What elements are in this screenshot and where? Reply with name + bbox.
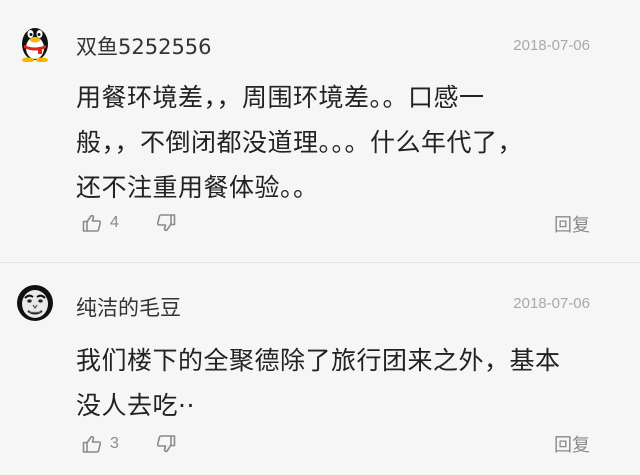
thumbs-up-icon[interactable] <box>82 213 102 233</box>
comment-text-line: 般，，不倒闭都没道理。。。什么年代了， <box>76 128 524 157</box>
comment-item: 双鱼5252556 2018-07-06 用餐环境差，，周围环境差。。口感一 般… <box>0 0 640 262</box>
comment-username[interactable]: 纯洁的毛豆 <box>76 292 181 322</box>
meme-face-avatar-icon[interactable] <box>14 281 56 323</box>
comment-text-line: 没人去吃·· <box>76 391 195 420</box>
comment-text: 用餐环境差，，周围环境差。。口感一 般，，不倒闭都没道理。。。什么年代了， 还不… <box>76 75 586 210</box>
reply-button[interactable]: 回复 <box>554 211 590 237</box>
thumbs-down-icon[interactable] <box>156 434 176 454</box>
like-count: 3 <box>110 435 119 452</box>
like-count: 4 <box>110 214 119 231</box>
comment-text-line: 我们楼下的全聚德除了旅行团来之外，基本 <box>76 346 561 375</box>
thumbs-up-icon[interactable] <box>82 434 102 454</box>
comment-actions: 4 <box>82 212 176 234</box>
comment-date: 2018-07-06 <box>513 295 590 312</box>
comment-text: 我们楼下的全聚德除了旅行团来之外，基本 没人去吃·· <box>76 338 586 428</box>
thumbs-down-icon[interactable] <box>156 213 176 233</box>
comment-username[interactable]: 双鱼5252556 <box>76 31 212 61</box>
comment-item: 纯洁的毛豆 2018-07-06 我们楼下的全聚德除了旅行团来之外，基本 没人去… <box>0 263 640 475</box>
comment-text-line: 用餐环境差，，周围环境差。。口感一 <box>76 83 485 112</box>
comment-actions: 3 <box>82 433 176 455</box>
comment-date: 2018-07-06 <box>513 37 590 54</box>
comment-text-line: 还不注重用餐体验。。 <box>76 173 319 202</box>
reply-button[interactable]: 回复 <box>554 431 590 457</box>
penguin-avatar-icon[interactable] <box>14 20 56 63</box>
